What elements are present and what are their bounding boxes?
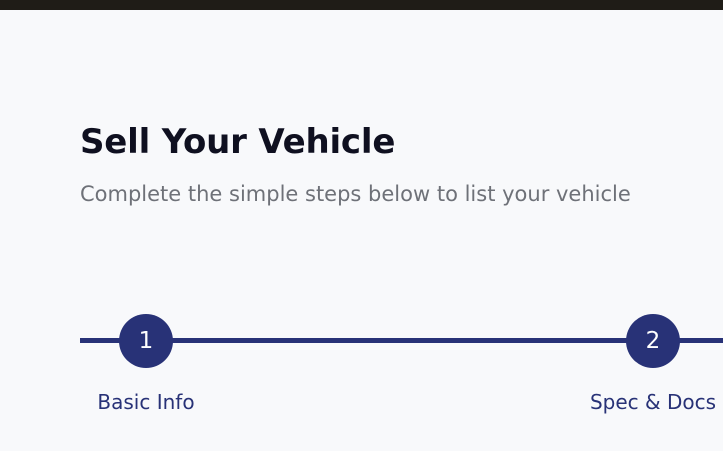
top-banner-strip	[0, 0, 723, 10]
step-number-2[interactable]: 2	[626, 314, 680, 368]
page-title: Sell Your Vehicle	[80, 122, 396, 162]
step-number-1[interactable]: 1	[119, 314, 173, 368]
page-subtitle: Complete the simple steps below to list …	[80, 182, 631, 206]
step-label-spec-docs: Spec & Docs	[589, 390, 717, 414]
step-basic-info[interactable]: 1 Basic Info	[97, 314, 195, 414]
progress-stepper: 1 Basic Info 2 Spec & Docs	[80, 314, 723, 424]
step-label-basic-info: Basic Info	[97, 390, 195, 414]
step-spec-docs[interactable]: 2 Spec & Docs	[590, 314, 716, 414]
